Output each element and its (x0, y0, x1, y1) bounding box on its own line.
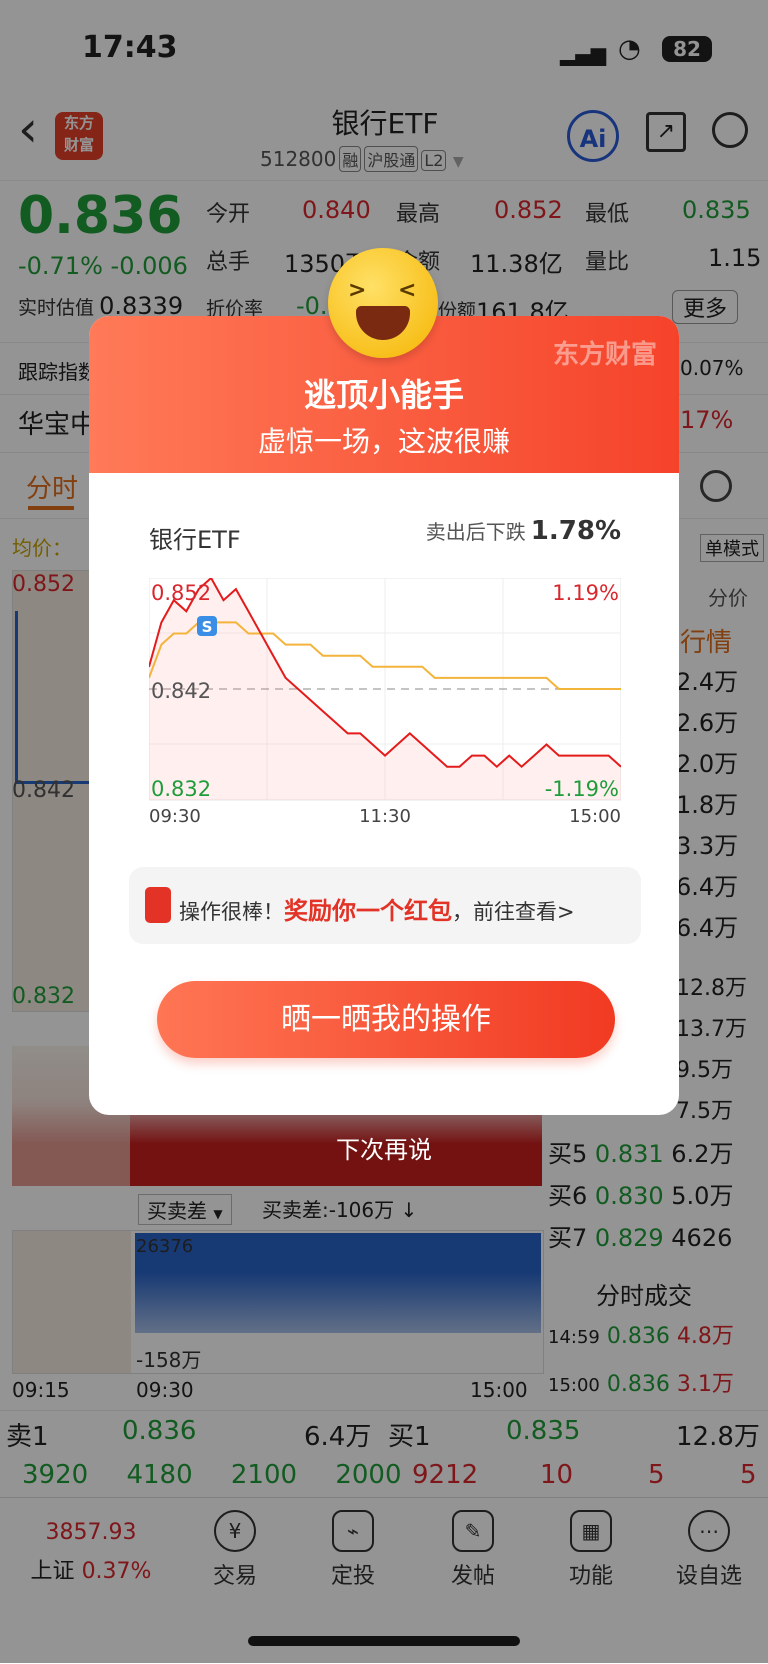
emoji-mouth (356, 306, 410, 340)
emoji-eye: < (398, 278, 417, 303)
pct-tick-low: -1.19% (545, 777, 619, 801)
brand-watermark: 东方财富 (552, 340, 657, 370)
result-modal: 东方财富 逃顶小能手 虚惊一场，这波很赚 银行ETF 卖出后下跌 1.78% S… (89, 316, 679, 1115)
sell-marker-label: S (202, 618, 213, 636)
reward-suffix: ，前往查看> (452, 900, 575, 924)
drop-summary: 卖出后下跌 1.78% (426, 516, 621, 546)
home-indicator (248, 1636, 520, 1646)
drop-label: 卖出后下跌 (425, 520, 526, 544)
modal-stock-name: 银行ETF (149, 526, 241, 554)
y-tick-mid: 0.842 (151, 679, 211, 703)
modal-subtitle: 虚惊一场，这波很赚 (257, 425, 510, 458)
drop-value: 1.78% (530, 516, 621, 546)
x-tick-mid: 11:30 (359, 806, 411, 826)
reward-banner[interactable]: 操作很棒！奖励你一个红包，前往查看> (129, 867, 641, 944)
reward-highlight: 奖励你一个红包 (284, 897, 452, 925)
x-tick-start: 09:30 (149, 806, 201, 826)
modal-title: 逃顶小能手 (303, 376, 464, 414)
y-tick-low: 0.832 (151, 777, 211, 801)
red-envelope-icon (145, 887, 171, 923)
dismiss-link[interactable]: 下次再说 (0, 1130, 768, 1165)
emoji-eye: > (348, 278, 367, 303)
reward-text: 操作很棒！奖励你一个红包，前往查看> (179, 891, 575, 926)
x-tick-end: 15:00 (569, 806, 621, 826)
pct-tick-top: 1.19% (552, 581, 619, 605)
laughing-emoji-icon: > < (328, 248, 438, 358)
y-tick-top: 0.852 (151, 581, 211, 605)
share-operation-button[interactable]: 晒一晒我的操作 (157, 981, 615, 1058)
modal-price-chart: S 0.852 0.842 0.832 1.19% -1.19% 09:30 1… (149, 578, 621, 826)
reward-prefix: 操作很棒！ (179, 900, 284, 924)
